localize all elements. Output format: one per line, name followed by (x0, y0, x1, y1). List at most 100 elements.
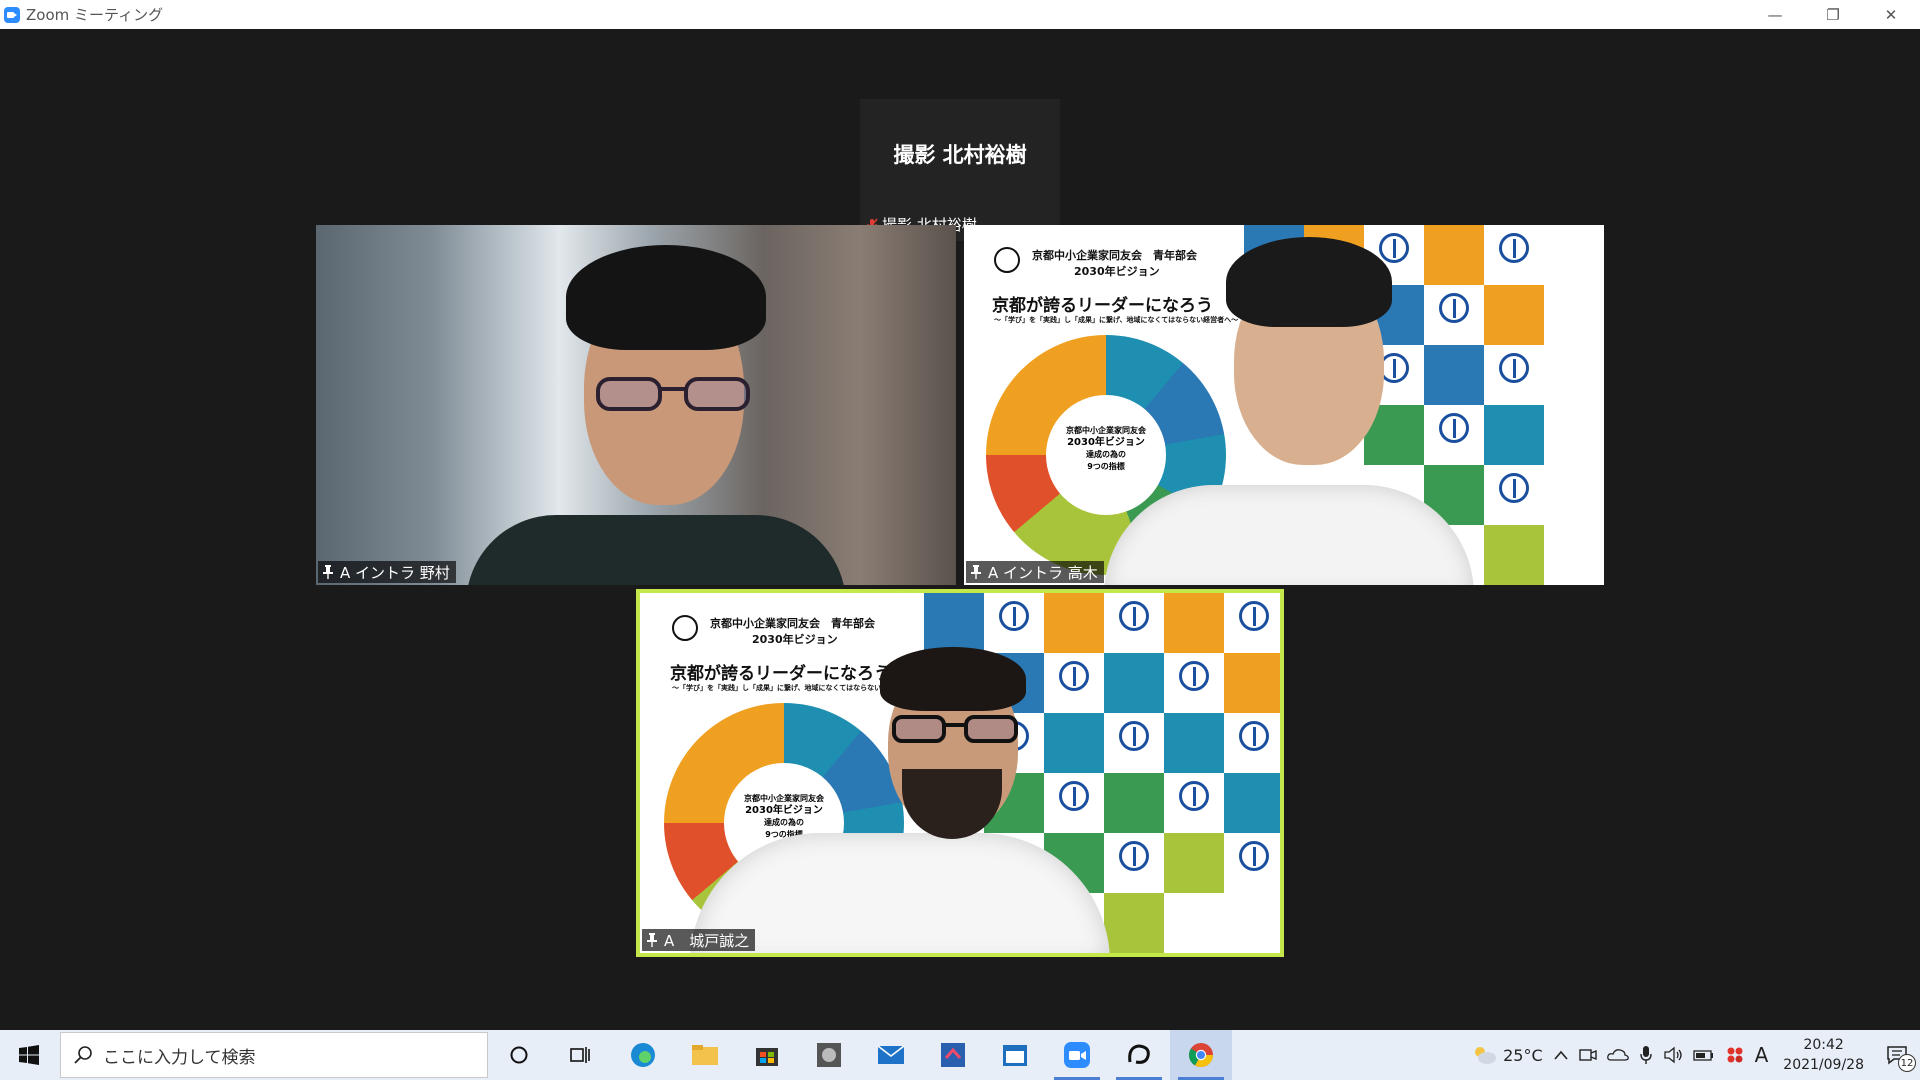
wheel-center-line: 京都中小企業家同友会 (744, 794, 824, 803)
window-title: Zoom ミーティング (26, 6, 164, 24)
chevron-up-icon (1554, 1050, 1568, 1060)
vb-headline: 京都が誇るリーダーになろう (992, 296, 1213, 316)
store-icon (756, 1048, 778, 1066)
search-icon (74, 1046, 92, 1064)
wheel-center-line: 達成の為の (764, 818, 804, 827)
participant-name: A イントラ 高木 (988, 563, 1098, 582)
taskbar-app-10[interactable] (1108, 1030, 1170, 1080)
weather-cloud-sun-icon (1475, 1047, 1497, 1064)
taskbar-chrome[interactable] (1170, 1030, 1232, 1080)
show-hidden-icons-button[interactable] (1548, 1030, 1574, 1080)
tray-onedrive[interactable] (1602, 1030, 1634, 1080)
tray-volume[interactable] (1658, 1030, 1688, 1080)
restore-button[interactable]: ❐ (1804, 0, 1862, 29)
participant-hair (880, 647, 1026, 711)
wheel-center-line: 9つの指標 (1087, 462, 1125, 471)
windows-icon (19, 1045, 39, 1065)
wheel-center-line: 京都中小企業家同友会 (1066, 426, 1146, 435)
wheel-center-line: 2030年ビジョン (745, 805, 823, 816)
cortana-icon (510, 1046, 528, 1064)
zoom-icon (1064, 1042, 1090, 1068)
title-bar: Zoom ミーティング — ❐ ✕ (0, 0, 1920, 29)
participant-name-tag: A 城戸誠之 (642, 929, 756, 951)
vb-org-name: 京都中小企業家同友会 青年部会 (1032, 249, 1197, 262)
participant-name-tag: A イントラ 野村 (318, 561, 456, 583)
participant-name: A イントラ 野村 (340, 563, 450, 582)
notification-count-badge: 12 (1898, 1054, 1916, 1072)
vb-vision: 2030年ビジョン (1074, 265, 1160, 278)
window-controls: — ❐ ✕ (1746, 0, 1920, 29)
app-tray-icon (1727, 1047, 1743, 1063)
participant-tile-1[interactable]: A イントラ 野村 (316, 225, 956, 585)
camera-icon (1578, 1049, 1597, 1061)
participant-video (466, 515, 846, 585)
app-icon (817, 1043, 841, 1067)
cortana-button[interactable] (488, 1030, 550, 1080)
speaker-icon (1663, 1046, 1682, 1064)
clock-date: 2021/09/28 (1783, 1057, 1864, 1073)
participant-tile-camera-off[interactable]: 撮影 北村裕樹 撮影 北村裕樹 (860, 99, 1060, 241)
taskbar-zoom[interactable] (1046, 1030, 1108, 1080)
vb-wheel-center: 京都中小企業家同友会 2030年ビジョン 達成の為の 9つの指標 (1046, 395, 1166, 515)
microphone-icon (1639, 1046, 1652, 1064)
taskbar-store[interactable] (736, 1030, 798, 1080)
pin-icon (323, 565, 333, 579)
tray-meet-now[interactable] (1574, 1030, 1602, 1080)
participant-tile-2[interactable]: 京都中小企業家同友会 青年部会 2030年ビジョン 京都が誇るリーダーになろう … (964, 225, 1604, 585)
system-tray: 25°C A 20:42 2021/09/28 12 (1466, 1030, 1920, 1080)
clock-time: 20:42 (1803, 1037, 1844, 1053)
taskbar-clock[interactable]: 20:42 2021/09/28 (1773, 1035, 1874, 1075)
minimize-button[interactable]: — (1746, 0, 1804, 29)
zoom-app-icon (4, 6, 20, 23)
glasses-shape (596, 377, 750, 411)
org-logo (672, 615, 698, 641)
app-icon (941, 1043, 965, 1067)
pin-icon (971, 565, 981, 579)
mail-icon (877, 1045, 905, 1064)
participant-name: A 城戸誠之 (664, 931, 750, 950)
search-placeholder: ここに入力して検索 (103, 1047, 256, 1068)
meeting-stage: 撮影 北村裕樹 撮影 北村裕樹 A (0, 29, 1920, 1030)
cloud-icon (1606, 1049, 1629, 1061)
ime-indicator[interactable]: A (1750, 1030, 1774, 1080)
weather-temperature: 25°C (1503, 1045, 1543, 1065)
tray-app-dots[interactable] (1720, 1030, 1750, 1080)
edge-icon (631, 1043, 655, 1067)
battery-icon (1692, 1050, 1713, 1061)
calendar-icon (1003, 1045, 1027, 1066)
taskbar: ここに入力して検索 25°C A 20:42 2021/09/28 12 (0, 1030, 1920, 1080)
vb-subline: 〜「学び」を「実践」し「成果」に繋げ、地域になくてはならない経営者へ〜 (994, 316, 1239, 324)
participant-hair (1226, 237, 1392, 327)
tray-microphone[interactable] (1634, 1030, 1658, 1080)
participant-tile-3-active-speaker[interactable]: 京都中小企業家同友会 青年部会 2030年ビジョン 京都が誇るリーダーになろう … (636, 589, 1284, 957)
chrome-icon (1189, 1043, 1213, 1068)
taskbar-search-input[interactable]: ここに入力して検索 (60, 1032, 488, 1078)
participant-hair (566, 245, 766, 350)
app-icon (1128, 1044, 1150, 1064)
taskbar-mail[interactable] (860, 1030, 922, 1080)
vb-org-name: 京都中小企業家同友会 青年部会 (710, 617, 875, 630)
participant-video (1104, 485, 1474, 585)
taskbar-explorer[interactable] (674, 1030, 736, 1080)
pin-icon (647, 933, 657, 947)
glasses-shape (892, 715, 1018, 743)
tray-battery[interactable] (1688, 1030, 1720, 1080)
wheel-center-line: 2030年ビジョン (1067, 437, 1145, 448)
task-view-button[interactable] (550, 1030, 612, 1080)
taskbar-calendar[interactable] (984, 1030, 1046, 1080)
org-logo (994, 247, 1020, 273)
vb-vision: 2030年ビジョン (752, 633, 838, 646)
start-button[interactable] (0, 1030, 58, 1080)
participant-name-tag: A イントラ 高木 (966, 561, 1104, 583)
vb-headline: 京都が誇るリーダーになろう (670, 664, 891, 684)
close-button[interactable]: ✕ (1862, 0, 1920, 29)
taskbar-edge[interactable] (612, 1030, 674, 1080)
folder-icon (692, 1045, 718, 1065)
participant-display-name: 撮影 北村裕樹 (893, 143, 1027, 167)
weather-widget[interactable]: 25°C (1466, 1030, 1548, 1080)
wheel-center-line: 達成の為の (1086, 450, 1126, 459)
taskbar-app-7[interactable] (922, 1030, 984, 1080)
action-center-button[interactable]: 12 (1874, 1030, 1920, 1080)
taskbar-app-5[interactable] (798, 1030, 860, 1080)
task-view-icon (570, 1047, 590, 1063)
